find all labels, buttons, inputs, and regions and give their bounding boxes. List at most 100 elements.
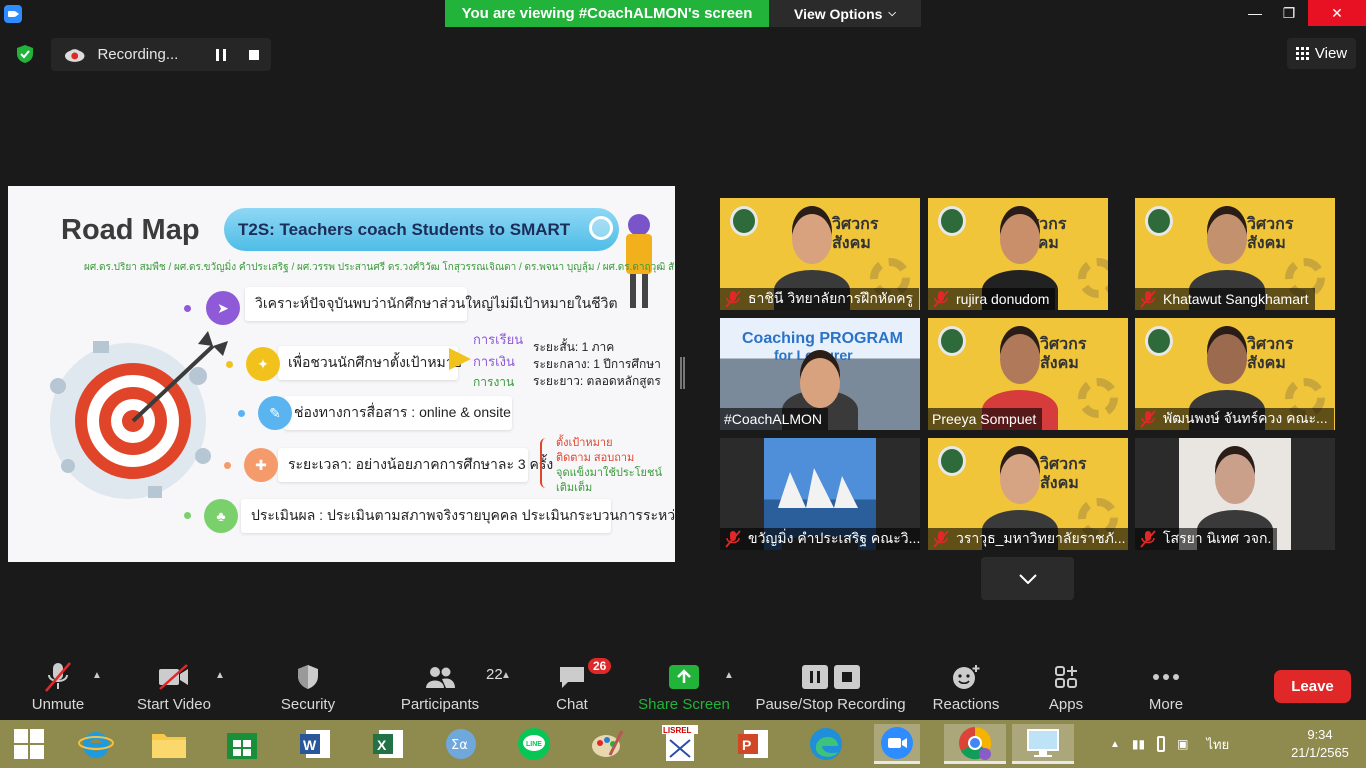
participants-button[interactable]: 22 Participants	[398, 658, 503, 713]
university-logo-icon	[938, 446, 966, 476]
participant-name-bar: Khatawut Sangkhamart	[1135, 288, 1315, 310]
apps-icon	[1053, 658, 1079, 696]
pause-recording-button[interactable]	[205, 38, 238, 71]
security-button[interactable]: Security	[276, 658, 340, 713]
stop-recording-button[interactable]	[238, 38, 271, 71]
lisrel-icon[interactable]: LISREL	[657, 724, 703, 764]
clock-time: 9:34	[1307, 727, 1333, 742]
view-options-button[interactable]: View Options ⌵	[769, 0, 921, 27]
target-icon: ✚	[244, 448, 278, 482]
participant-name-bar: ธาชินี วิทยาลัยการฝึกหัดครู	[720, 288, 920, 310]
participant-video-tile[interactable]: วิศวกรสังคม Khatawut Sangkhamart	[1135, 198, 1335, 310]
participant-video-tile[interactable]: วิศวกรสังคม Preeya Sompuet	[928, 318, 1128, 430]
file-explorer-icon[interactable]	[146, 724, 192, 764]
university-logo-icon	[1145, 206, 1173, 236]
gallery-next-page-button[interactable]	[981, 557, 1074, 600]
participant-head	[1000, 214, 1040, 264]
participant-name: Preeya Sompuet	[932, 411, 1037, 427]
participant-head	[1215, 454, 1255, 504]
share-options-caret-icon[interactable]: ▲	[724, 670, 734, 681]
maximize-button[interactable]: ❐	[1266, 0, 1312, 26]
share-screen-button[interactable]: Share Screen	[637, 658, 731, 713]
participant-video-tile[interactable]: วิศวกรสังคม ธาชินี วิทยาลัยการฝึกหัดครู	[720, 198, 920, 310]
slide-tagline-text: T2S: Teachers coach Students to SMART	[238, 219, 571, 239]
university-logo-icon	[938, 206, 966, 236]
participant-name-bar: Preeya Sompuet	[928, 408, 1043, 430]
calculator-icon[interactable]: Σα	[438, 724, 484, 764]
signal-icon[interactable]: ▮▮	[1132, 737, 1145, 751]
windows-start-icon[interactable]	[6, 724, 52, 764]
grid-icon	[1295, 47, 1309, 60]
mic-muted-icon	[933, 290, 949, 308]
system-tray: ▲ ▮▮ ▣ ไทย	[1110, 720, 1229, 768]
apps-button[interactable]: Apps	[1038, 658, 1094, 713]
row-bullet-dot	[224, 462, 231, 469]
line-icon[interactable]: LINE	[511, 724, 557, 764]
target-illustration	[50, 331, 228, 499]
arrow-right-icon	[449, 348, 471, 370]
edge-icon[interactable]	[803, 724, 849, 764]
reactions-button[interactable]: Reactions	[930, 658, 1002, 713]
pause-stop-recording-button[interactable]: Pause/Stop Recording	[753, 658, 908, 713]
zoom-taskbar-icon[interactable]	[874, 724, 920, 764]
internet-explorer-icon[interactable]	[73, 724, 119, 764]
leave-meeting-button[interactable]: Leave	[1274, 670, 1351, 703]
unmute-button[interactable]: Unmute	[26, 658, 90, 713]
audio-options-caret-icon[interactable]: ▲	[92, 670, 102, 681]
magnifier-icon	[589, 216, 613, 240]
remote-desktop-icon[interactable]	[1012, 724, 1074, 764]
brand-text: วิศวกรสังคม	[1040, 334, 1087, 372]
participant-name: พัฒนพงษ์ จันทร์ควง คณะ...	[1163, 410, 1328, 426]
slide-roadmap-row: เพื่อชวนนักศึกษาตั้งเป้าหมาย	[278, 346, 462, 380]
participant-video-tile[interactable]: โสรยา นิเทศ วจก.	[1135, 438, 1335, 550]
more-button[interactable]: More	[1138, 658, 1194, 713]
slide-roadmap-row-text: วิเคราะห์ปัจจุบันพบว่านักศึกษาส่วนใหญ่ไม…	[255, 295, 618, 311]
word-icon[interactable]: W	[292, 724, 338, 764]
battery-icon[interactable]	[1157, 736, 1166, 752]
powerpoint-icon[interactable]: P	[730, 724, 776, 764]
row-bullet-dot	[184, 512, 191, 519]
participant-video-tile[interactable]: วิศวกรสังคมrujira donudom	[928, 198, 1108, 310]
input-language[interactable]: ไทย	[1206, 734, 1229, 755]
mic-muted-icon	[1140, 410, 1156, 428]
view-options-label: View Options	[793, 5, 883, 22]
view-layout-button[interactable]: View	[1287, 38, 1356, 69]
participant-video-tile[interactable]: ขวัญมิ่ง คำประเสริฐ คณะวิ...	[720, 438, 920, 550]
mic-muted-icon	[933, 530, 949, 548]
taskbar-clock[interactable]: 9:34 21/1/2565	[1290, 726, 1350, 762]
participant-video-tile[interactable]: วิศวกรสังคม วราวุธ_มหาวิทยาลัยราชภั...	[928, 438, 1128, 550]
university-logo-icon	[938, 326, 966, 356]
view-label: View	[1314, 45, 1348, 62]
mic-muted-icon	[725, 530, 741, 548]
participant-video-tile[interactable]: Coaching PROGRAM for Lecturer #CoachALMON	[720, 318, 920, 430]
start-video-label: Start Video	[137, 696, 211, 713]
stop-icon	[249, 49, 260, 60]
participant-name: Khatawut Sangkhamart	[1163, 291, 1309, 307]
mic-muted-icon	[1140, 290, 1156, 308]
meeting-controls-toolbar: Unmute ▲ Start Video ▲ Security 22 Parti…	[0, 648, 1366, 720]
participant-name-bar: พัฒนพงษ์ จันทร์ควง คณะ...	[1135, 408, 1334, 430]
excel-icon[interactable]: X	[365, 724, 411, 764]
tray-expand-icon[interactable]: ▲	[1110, 739, 1120, 750]
chrome-icon[interactable]	[944, 724, 1006, 764]
participant-video-tile[interactable]: วิศวกรสังคม พัฒนพงษ์ จันทร์ควง คณะ...	[1135, 318, 1335, 430]
slide-title: Road Map	[61, 214, 200, 246]
panel-resize-handle[interactable]	[680, 357, 685, 389]
video-off-icon	[157, 658, 191, 696]
microsoft-store-icon[interactable]	[219, 724, 265, 764]
encryption-shield-icon[interactable]	[15, 44, 35, 64]
chat-button[interactable]: 26 Chat	[546, 658, 612, 713]
participants-options-caret-icon[interactable]: ▲	[501, 670, 511, 681]
start-video-button[interactable]: Start Video	[132, 658, 216, 713]
wifi-off-icon[interactable]: ▣	[1177, 737, 1188, 751]
paint-icon[interactable]	[584, 724, 630, 764]
stop-recording-icon	[833, 665, 860, 689]
row-bullet-dot	[238, 410, 245, 417]
pause-icon	[216, 48, 227, 61]
title-bar: You are viewing #CoachALMON's screen Vie…	[0, 0, 1366, 28]
close-window-button[interactable]: ✕	[1308, 0, 1366, 26]
participant-name-bar: rujira donudom	[928, 288, 1056, 310]
shared-screen-slide: Road Map T2S: Teachers coach Students to…	[8, 186, 675, 562]
chevron-down-icon	[1018, 573, 1037, 584]
video-options-caret-icon[interactable]: ▲	[215, 670, 225, 681]
